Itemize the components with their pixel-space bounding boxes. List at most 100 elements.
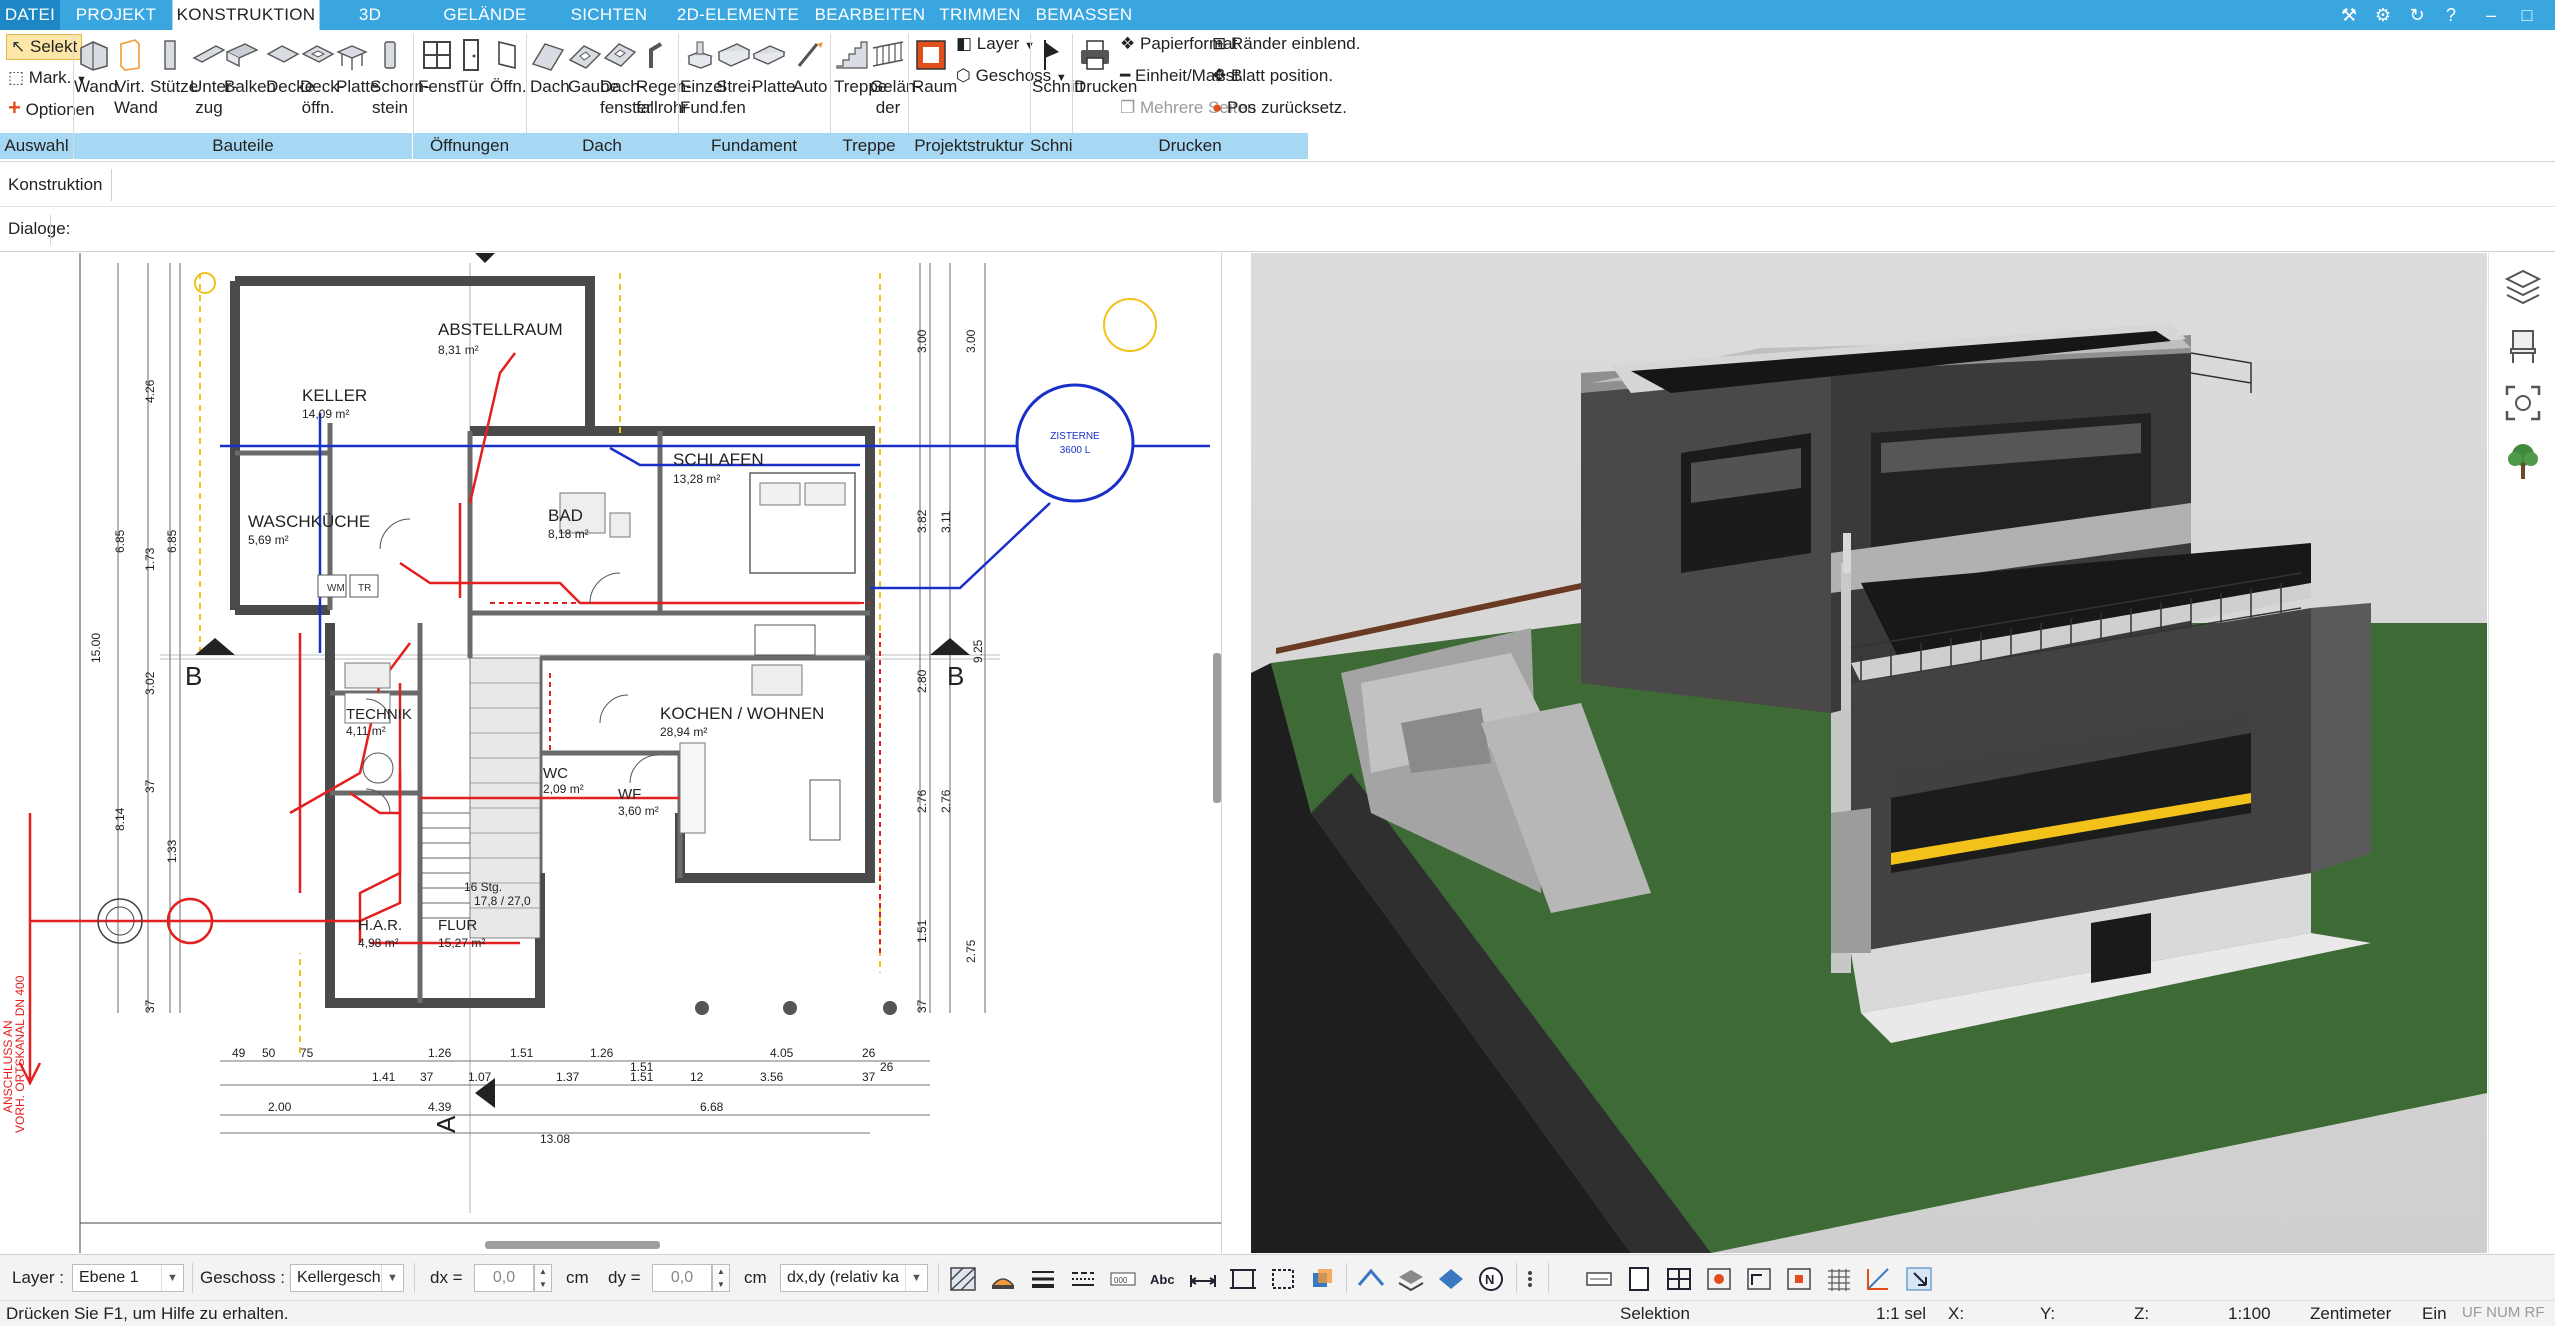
- dimension-icon[interactable]: [1188, 1265, 1218, 1293]
- drucken-button[interactable]: Drucken: [1074, 34, 1137, 97]
- layer-visibility-icon[interactable]: [1396, 1265, 1426, 1293]
- unterzug-button[interactable]: Unter- zug: [190, 34, 237, 118]
- tab-trimmen[interactable]: TRIMMEN: [932, 0, 1028, 30]
- selekt-button[interactable]: ↖ Selekt: [6, 34, 83, 60]
- dachfenster-button[interactable]: Dach- fenster: [600, 34, 652, 118]
- tab-2d-elemente[interactable]: 2D-ELEMENTE: [668, 0, 808, 30]
- help-icon[interactable]: ?: [2434, 0, 2468, 30]
- corner-snap-icon[interactable]: [1744, 1265, 1774, 1293]
- plan-horizontal-scrollbar[interactable]: [485, 1241, 660, 1249]
- group-drucken: Drucken: [1072, 133, 1308, 159]
- oeffnung-button[interactable]: Öffn.: [490, 34, 527, 97]
- schnitt-button[interactable]: Schnitt: [1032, 34, 1084, 97]
- 3d-house-render[interactable]: [1251, 253, 2487, 1253]
- raum-button[interactable]: Raum: [912, 34, 957, 97]
- tab-gelaende[interactable]: GELÄNDE: [420, 0, 550, 30]
- wall-icon: [80, 41, 108, 71]
- ortho-icon[interactable]: [1864, 1265, 1894, 1293]
- 3d-object-icon[interactable]: [1308, 1265, 1338, 1293]
- more-options-icon[interactable]: [1522, 1265, 1538, 1293]
- auto-button[interactable]: Auto: [790, 34, 830, 97]
- zoom-fit-icon[interactable]: [2501, 381, 2545, 425]
- decke-button[interactable]: Decke: [266, 34, 314, 97]
- plane-icon[interactable]: [1436, 1265, 1466, 1293]
- virt-wand-label-1: Virt.: [115, 77, 145, 96]
- window-select-icon[interactable]: [1268, 1265, 1298, 1293]
- deckoeffn-button[interactable]: Deck- öffn.: [300, 34, 344, 118]
- center-snap-icon[interactable]: [1784, 1265, 1814, 1293]
- cursor-snap-icon[interactable]: [1904, 1265, 1934, 1293]
- page-layout-icon[interactable]: [1584, 1265, 1614, 1293]
- dx-input[interactable]: 0,0: [474, 1264, 534, 1292]
- tree-icon[interactable]: [2501, 439, 2545, 483]
- grid-view-icon[interactable]: [1664, 1265, 1694, 1293]
- 3d-view[interactable]: [1251, 253, 2487, 1253]
- floor-plan-view[interactable]: ZISTERNE 3600 L WM TR B B A ABSTELLRAUM …: [0, 253, 1222, 1253]
- layers-stack-icon[interactable]: [2501, 265, 2545, 309]
- fund-platte-button[interactable]: Platte: [752, 34, 795, 97]
- plan-vertical-scrollbar[interactable]: [1213, 653, 1221, 803]
- einzelfund-button[interactable]: Einzel Fund.: [680, 34, 726, 118]
- streifen-button[interactable]: Strei- fen: [716, 34, 757, 118]
- refresh-icon[interactable]: ↻: [2400, 0, 2434, 30]
- floor-plan-drawing[interactable]: ZISTERNE 3600 L WM TR B B A ABSTELLRAUM …: [0, 253, 1222, 1253]
- tools-icon[interactable]: ⚒: [2332, 0, 2366, 30]
- regenfallrohr-button[interactable]: Regen- fallrohr: [636, 34, 692, 118]
- raster-icon[interactable]: [1824, 1265, 1854, 1293]
- dach-button[interactable]: Dach: [530, 34, 570, 97]
- stuetze-button[interactable]: Stütze: [150, 34, 198, 97]
- dim-b2-6: 3.56: [760, 1070, 784, 1084]
- snap-icon[interactable]: [1356, 1265, 1386, 1293]
- snap-point-icon[interactable]: [1704, 1265, 1734, 1293]
- text-icon[interactable]: Abc: [1148, 1265, 1178, 1293]
- tab-3d[interactable]: 3D: [320, 0, 420, 30]
- gelaender-button[interactable]: Gelän- der: [870, 34, 921, 118]
- dim-b2-7: 37: [862, 1070, 876, 1084]
- tab-datei[interactable]: DATEI: [0, 0, 60, 30]
- dim-l-6: 8.14: [113, 807, 127, 831]
- maximize-button[interactable]: □: [2510, 0, 2544, 30]
- dx-stepper[interactable]: ▲ ▼: [534, 1264, 552, 1292]
- treppe-button[interactable]: Treppe: [834, 34, 887, 97]
- single-page-icon[interactable]: [1624, 1265, 1654, 1293]
- dy-stepper[interactable]: ▲ ▼: [712, 1264, 730, 1292]
- coord-mode-select[interactable]: dx,dy (relativ ka ▼: [780, 1264, 928, 1292]
- minimize-button[interactable]: –: [2474, 0, 2508, 30]
- blatt-button[interactable]: ✥ Blatt position.: [1212, 62, 1333, 90]
- streifen-label-2: fen: [722, 98, 746, 117]
- tuer-button[interactable]: Tür: [456, 34, 486, 97]
- virt-wand-button[interactable]: Virt. Wand: [114, 34, 158, 118]
- north-arrow-icon[interactable]: N: [1476, 1265, 1506, 1293]
- fenster-button[interactable]: Fenst: [418, 34, 461, 97]
- gaube-button[interactable]: Gaube: [568, 34, 619, 97]
- fill-icon[interactable]: [988, 1265, 1018, 1293]
- wand-button[interactable]: Wand: [74, 34, 118, 97]
- layer-select[interactable]: Ebene 1 ▼: [72, 1264, 184, 1292]
- tab-bemassen[interactable]: BEMASSEN: [1028, 0, 1140, 30]
- furniture-chair-icon[interactable]: [2501, 323, 2545, 367]
- dy-input[interactable]: 0,0: [652, 1264, 712, 1292]
- chimney-icon: [384, 41, 396, 69]
- tab-bearbeiten[interactable]: BEARBEITEN: [808, 0, 932, 30]
- balken-button[interactable]: Balken: [224, 34, 276, 97]
- tab-konstruktion[interactable]: KONSTRUKTION: [172, 0, 320, 30]
- frame-select-icon[interactable]: [1228, 1265, 1258, 1293]
- line-weight-icon[interactable]: [1028, 1265, 1058, 1293]
- tab-projekt[interactable]: PROJEKT: [60, 0, 172, 30]
- tab-sichten[interactable]: SICHTEN: [550, 0, 668, 30]
- schornstein-button[interactable]: Schorn- stein: [370, 34, 430, 118]
- status-selektion: Selektion: [1620, 1304, 1690, 1323]
- raender-button[interactable]: ⊞ Ränder einblend.: [1212, 30, 1360, 58]
- view-splitter[interactable]: [1223, 253, 1251, 1253]
- layer-button[interactable]: ◧ Layer ▼: [956, 30, 1035, 58]
- pos-reset-button[interactable]: ● Pos zurücksetz.: [1212, 94, 1347, 122]
- konstruktion-tab[interactable]: Konstruktion: [0, 169, 112, 201]
- settings-icon[interactable]: ⚙: [2366, 0, 2400, 30]
- pattern-icon[interactable]: 000: [1108, 1265, 1138, 1293]
- line-style-icon[interactable]: [1068, 1265, 1098, 1293]
- geschoss-select[interactable]: Kellergesch ▼: [290, 1264, 404, 1292]
- group-fundament: Fundament: [678, 133, 830, 159]
- hatch-icon[interactable]: [948, 1265, 978, 1293]
- optionen-button[interactable]: + Optionen: [8, 94, 95, 122]
- platte-button[interactable]: Platte: [336, 34, 379, 97]
